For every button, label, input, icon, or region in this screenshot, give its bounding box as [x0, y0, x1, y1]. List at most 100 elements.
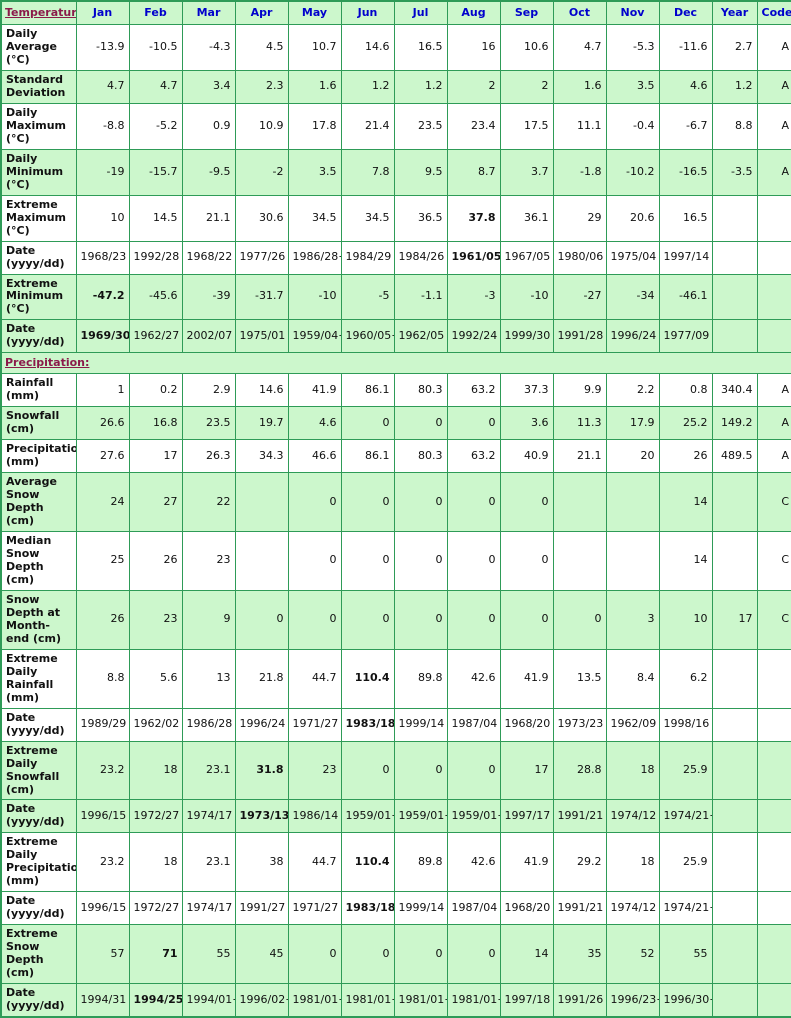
cell-year: 2.7: [711, 24, 758, 71]
cell-code: A: [756, 102, 791, 150]
cell-jun: 0: [340, 531, 395, 591]
cell-sep: 37.3: [499, 373, 554, 408]
cell-jun: 1983/18: [340, 707, 395, 742]
cell-code: [756, 240, 791, 275]
cell-year: 8.8: [711, 102, 758, 150]
cell-sep: 17: [499, 740, 554, 801]
cell-mar: 1986/28: [181, 707, 236, 742]
cell-apr: 14.6: [234, 373, 289, 408]
cell-code: A: [756, 439, 791, 474]
cell-jan: 26: [75, 589, 130, 650]
table-row: Rainfall (mm) 1 0.2 2.9 14.6 41.9 86.1 80.3 63.2…: [0, 373, 791, 408]
cell-sep: 40.9: [499, 439, 554, 474]
cell-jul: 0: [393, 531, 448, 591]
cell-oct: 11.3: [552, 406, 607, 441]
cell-oct: [552, 472, 607, 533]
cell-oct: 35: [552, 924, 607, 985]
cell-year: 1.2: [711, 69, 758, 104]
column-header-jan: Jan: [75, 0, 130, 25]
cell-mar: 13: [181, 648, 236, 709]
cell-may: 1986/28+: [287, 240, 342, 275]
cell-may: 17.8: [287, 102, 342, 150]
column-header-apr: Apr: [234, 0, 289, 25]
cell-year: [711, 472, 758, 533]
cell-jul: 16.5: [393, 24, 448, 71]
cell-sep: 41.9: [499, 648, 554, 709]
cell-code: [756, 799, 791, 834]
cell-code: [756, 891, 791, 926]
cell-aug: 0: [446, 924, 501, 985]
cell-year: [711, 983, 758, 1018]
cell-may: 0: [287, 924, 342, 985]
cell-jan: 1969/30+: [75, 319, 130, 354]
row-label: Average Snow Depth (cm): [0, 472, 77, 533]
cell-mar: 3.4: [181, 69, 236, 104]
cell-mar: 0.9: [181, 102, 236, 150]
cell-apr: 21.8: [234, 648, 289, 709]
cell-jun: 0: [340, 924, 395, 985]
cell-year: [711, 194, 758, 242]
cell-jul: 0: [393, 924, 448, 985]
cell-jan: 1994/31: [75, 983, 130, 1018]
cell-nov: 2.2: [605, 373, 660, 408]
cell-jun: 1960/05+: [340, 319, 395, 354]
column-header-oct: Oct: [552, 0, 607, 25]
cell-aug: 1987/04: [446, 707, 501, 742]
cell-apr: 34.3: [234, 439, 289, 474]
table-row: Extreme Snow Depth (cm) 57 71 55 45 0 0 0 0 14 35 5…: [0, 924, 791, 985]
cell-dec: 25.9: [658, 740, 713, 801]
table-row: Average Snow Depth (cm) 24 27 22 0 0 0 0 0 14 C: [0, 472, 791, 533]
cell-code: C: [756, 472, 791, 533]
cell-apr: 1973/13: [234, 799, 289, 834]
cell-year: 17: [711, 589, 758, 650]
cell-dec: 14: [658, 472, 713, 533]
cell-nov: 8.4: [605, 648, 660, 709]
cell-dec: -16.5: [658, 148, 713, 196]
cell-code: [756, 832, 791, 893]
cell-jun: 0: [340, 589, 395, 650]
cell-year: [711, 240, 758, 275]
cell-year: [711, 707, 758, 742]
cell-may: 10.7: [287, 24, 342, 71]
cell-oct: 1991/21: [552, 891, 607, 926]
row-label: Daily Minimum (°C): [0, 148, 77, 196]
row-label: Precipitation (mm): [0, 439, 77, 474]
cell-may: 0: [287, 589, 342, 650]
cell-apr: [234, 531, 289, 591]
cell-sep: 14: [499, 924, 554, 985]
cell-aug: 63.2: [446, 439, 501, 474]
cell-feb: 23: [128, 589, 183, 650]
cell-jan: 8.8: [75, 648, 130, 709]
cell-nov: 1975/04: [605, 240, 660, 275]
cell-jul: 9.5: [393, 148, 448, 196]
column-header-dec: Dec: [658, 0, 713, 25]
table-row: Standard Deviation 4.7 4.7 3.4 2.3 1.6 1.2 1.2 2…: [0, 69, 791, 104]
cell-code: [756, 707, 791, 742]
cell-jan: -47.2: [75, 273, 130, 321]
cell-aug: 0: [446, 740, 501, 801]
cell-year: 340.4: [711, 373, 758, 408]
cell-feb: 18: [128, 740, 183, 801]
cell-jun: 34.5: [340, 194, 395, 242]
cell-sep: -10: [499, 273, 554, 321]
cell-jan: 25: [75, 531, 130, 591]
cell-apr: 1996/24: [234, 707, 289, 742]
row-label: Date (yyyy/dd): [0, 319, 77, 354]
cell-may: 4.6: [287, 406, 342, 441]
cell-code: [756, 273, 791, 321]
cell-jul: -1.1: [393, 273, 448, 321]
cell-jun: 0: [340, 472, 395, 533]
cell-jun: 0: [340, 406, 395, 441]
column-header-sep: Sep: [499, 0, 554, 25]
cell-jul: 1959/01+: [393, 799, 448, 834]
column-header-mar: Mar: [181, 0, 236, 25]
cell-jan: 10: [75, 194, 130, 242]
cell-aug: 63.2: [446, 373, 501, 408]
cell-feb: -10.5: [128, 24, 183, 71]
cell-year: [711, 924, 758, 985]
cell-dec: -6.7: [658, 102, 713, 150]
cell-jan: 24: [75, 472, 130, 533]
cell-mar: 23.1: [181, 832, 236, 893]
cell-apr: 1991/27: [234, 891, 289, 926]
cell-apr: 4.5: [234, 24, 289, 71]
